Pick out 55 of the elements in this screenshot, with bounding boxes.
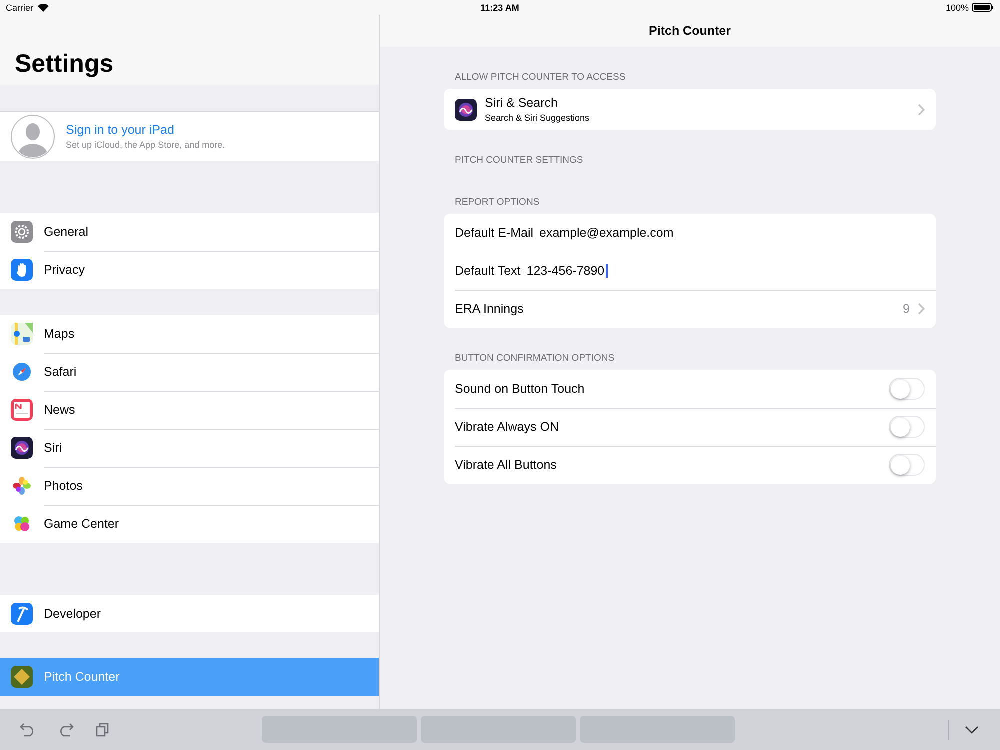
siri-orb-icon bbox=[11, 437, 33, 459]
chevron-right-icon bbox=[918, 303, 925, 315]
undo-icon[interactable] bbox=[20, 722, 36, 736]
text-field[interactable]: 123-456-7890 bbox=[526, 264, 608, 278]
gear-icon bbox=[11, 221, 33, 243]
flower-icon bbox=[11, 475, 33, 497]
sidebar-item[interactable]: Maps bbox=[0, 315, 379, 353]
sidebar-item[interactable]: News bbox=[0, 391, 379, 429]
field-label: Default Text bbox=[455, 264, 521, 278]
section-header: REPORT OPTIONS bbox=[455, 197, 540, 208]
sidebar-item[interactable]: Privacy bbox=[0, 251, 379, 289]
sign-in-link[interactable]: Sign in to your iPad bbox=[66, 123, 226, 137]
chevron-down-icon bbox=[965, 726, 979, 734]
page-title: Pitch Counter bbox=[649, 24, 731, 38]
copy-icon[interactable] bbox=[96, 722, 110, 736]
baseball-diamond-icon bbox=[11, 666, 33, 688]
clock-time: 11:23 AM bbox=[480, 2, 520, 12]
toggle-label: Vibrate All Buttons bbox=[455, 458, 558, 472]
carrier-label: Carrier bbox=[6, 2, 34, 12]
wifi-icon bbox=[38, 4, 49, 12]
sidebar-item[interactable]: Photos bbox=[0, 467, 379, 505]
redo-icon[interactable] bbox=[58, 722, 74, 736]
field-label: Default E-Mail bbox=[455, 226, 534, 240]
hammer-icon bbox=[11, 602, 33, 624]
sign-in-row[interactable]: Sign in to your iPad Set up iCloud, the App Store, and more. bbox=[0, 111, 379, 161]
chevron-right-icon bbox=[918, 104, 925, 116]
compass-icon bbox=[11, 361, 33, 383]
newspaper-icon bbox=[11, 399, 33, 421]
sidebar-item[interactable]: Developer bbox=[0, 595, 379, 632]
toggle-label: Sound on Button Touch bbox=[455, 382, 586, 396]
sign-in-subtitle: Set up iCloud, the App Store, and more. bbox=[66, 140, 226, 150]
toggle-switch[interactable] bbox=[889, 416, 925, 438]
toggle-label: Vibrate Always ON bbox=[455, 420, 560, 434]
sidebar-item[interactable]: Safari bbox=[0, 353, 379, 391]
toggle-switch[interactable] bbox=[889, 454, 925, 476]
siri-orb-icon bbox=[455, 98, 477, 120]
sidebar-item[interactable]: Siri bbox=[0, 429, 379, 467]
toggle-switch[interactable] bbox=[889, 378, 925, 400]
siri-search-row[interactable]: Siri & Search Search & Siri Suggestions bbox=[444, 89, 936, 130]
dismiss-keyboard-button[interactable] bbox=[965, 726, 979, 734]
section-header: PITCH COUNTER SETTINGS bbox=[455, 155, 584, 166]
era-innings-row[interactable]: ERA Innings 9 bbox=[444, 290, 936, 328]
row-label: Siri & Search bbox=[485, 96, 559, 110]
map-icon bbox=[11, 323, 33, 345]
hand-icon bbox=[11, 259, 33, 281]
battery-icon bbox=[972, 3, 994, 12]
sidebar-item[interactable]: General bbox=[0, 213, 379, 251]
row-subtitle: Search & Siri Suggestions bbox=[485, 113, 591, 123]
text-field[interactable]: example@example.com bbox=[540, 226, 677, 240]
battery-percent: 100% bbox=[946, 2, 969, 12]
section-header: ALLOW PITCH COUNTER TO ACCESS bbox=[455, 72, 626, 83]
avatar-silhouette-icon bbox=[11, 114, 55, 158]
sidebar-item[interactable]: Game Center bbox=[0, 505, 379, 543]
section-header: BUTTON CONFIRMATION OPTIONS bbox=[455, 353, 615, 364]
settings-title: Settings bbox=[15, 50, 114, 79]
